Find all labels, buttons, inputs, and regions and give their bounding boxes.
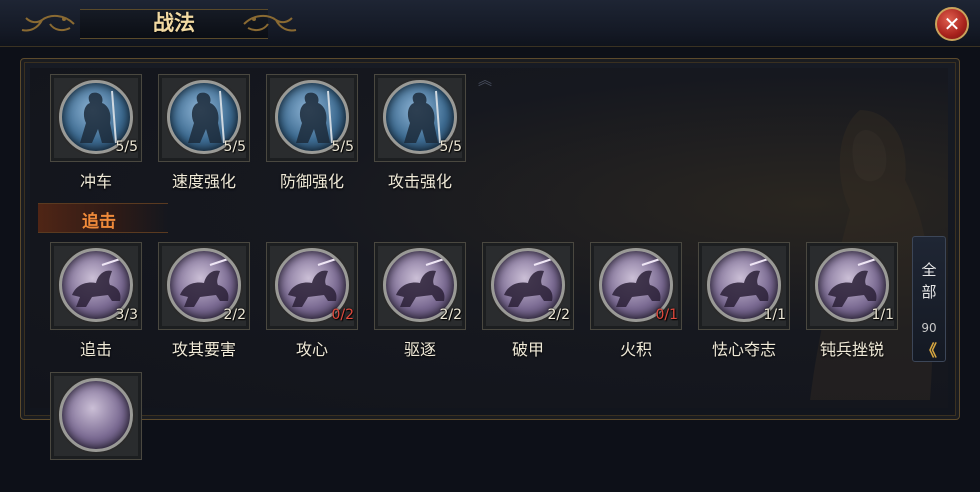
skill-level: 5/5: [223, 139, 246, 155]
section-header-pursuit: 追击: [38, 203, 168, 233]
skill-slot[interactable]: 3/3 追击: [50, 242, 144, 362]
soldier-blue-icon: [59, 378, 133, 452]
skill-name: 防御强化: [279, 172, 344, 191]
skill-level: 1/1: [871, 307, 894, 323]
skill-name: 速度强化: [171, 172, 236, 191]
skill-slot[interactable]: 2/2 攻其要害: [158, 242, 252, 362]
skill-slot[interactable]: 2/2 驱逐: [374, 242, 468, 362]
skill-name: 破甲: [511, 340, 544, 359]
page-title: 战法: [153, 11, 195, 35]
skill-level: 5/5: [115, 139, 138, 155]
filter-label-char-1: 全: [921, 261, 937, 279]
skill-slot[interactable]: 2/2 破甲: [482, 242, 576, 362]
filter-label-char-2: 部: [921, 283, 937, 301]
dragon-ornament-left-icon: [21, 14, 75, 32]
skill-slot[interactable]: 5/5 防御强化: [266, 74, 360, 194]
filter-label: 全 部: [913, 259, 945, 303]
skill-slot[interactable]: 5/5 攻击强化: [374, 74, 468, 194]
skill-level: 2/2: [547, 307, 570, 323]
skill-level: 5/5: [331, 139, 354, 155]
skill-slot-partial[interactable]: [50, 372, 144, 492]
skill-name: 驱逐: [403, 340, 436, 359]
top-bar: 战法 ✕: [0, 0, 980, 47]
skill-level: 0/1: [655, 307, 678, 323]
skill-slot[interactable]: 5/5 速度强化: [158, 74, 252, 194]
close-button[interactable]: ✕: [935, 7, 969, 41]
skill-level: 2/2: [439, 307, 462, 323]
skill-name: 攻心: [295, 340, 328, 359]
skill-name: 攻其要害: [171, 340, 236, 359]
filter-all-button[interactable]: 全 部 90 《: [912, 236, 946, 362]
skill-slot[interactable]: 0/1 火积: [590, 242, 684, 362]
skill-name: 攻击强化: [387, 172, 452, 191]
section-label: 追击: [82, 212, 116, 232]
collapse-arrow-icon: 《: [920, 341, 937, 360]
skill-level: 0/2: [331, 307, 354, 323]
skill-slot[interactable]: 1/1 怯心夺志: [698, 242, 792, 362]
skill-slot[interactable]: 5/5 冲车: [50, 74, 144, 194]
skill-level: 3/3: [115, 307, 138, 323]
filter-count: 90: [921, 321, 937, 335]
skill-slot[interactable]: 1/1 钝兵挫锐: [806, 242, 900, 362]
skill-level: 2/2: [223, 307, 246, 323]
close-icon: ✕: [943, 12, 961, 36]
skill-level: 5/5: [439, 139, 462, 155]
skill-name: 钝兵挫锐: [819, 340, 884, 359]
dragon-ornament-right-icon: [243, 14, 297, 32]
skill-name: 怯心夺志: [711, 340, 776, 359]
skill-slot[interactable]: 0/2 攻心: [266, 242, 360, 362]
skill-name: 追击: [79, 340, 112, 359]
skill-level: 1/1: [763, 307, 786, 323]
scroll-up-icon[interactable]: ︽: [478, 70, 492, 90]
title-plate: 战法: [20, 6, 298, 40]
skill-name: 冲车: [79, 172, 112, 191]
skill-name: 火积: [619, 340, 652, 359]
